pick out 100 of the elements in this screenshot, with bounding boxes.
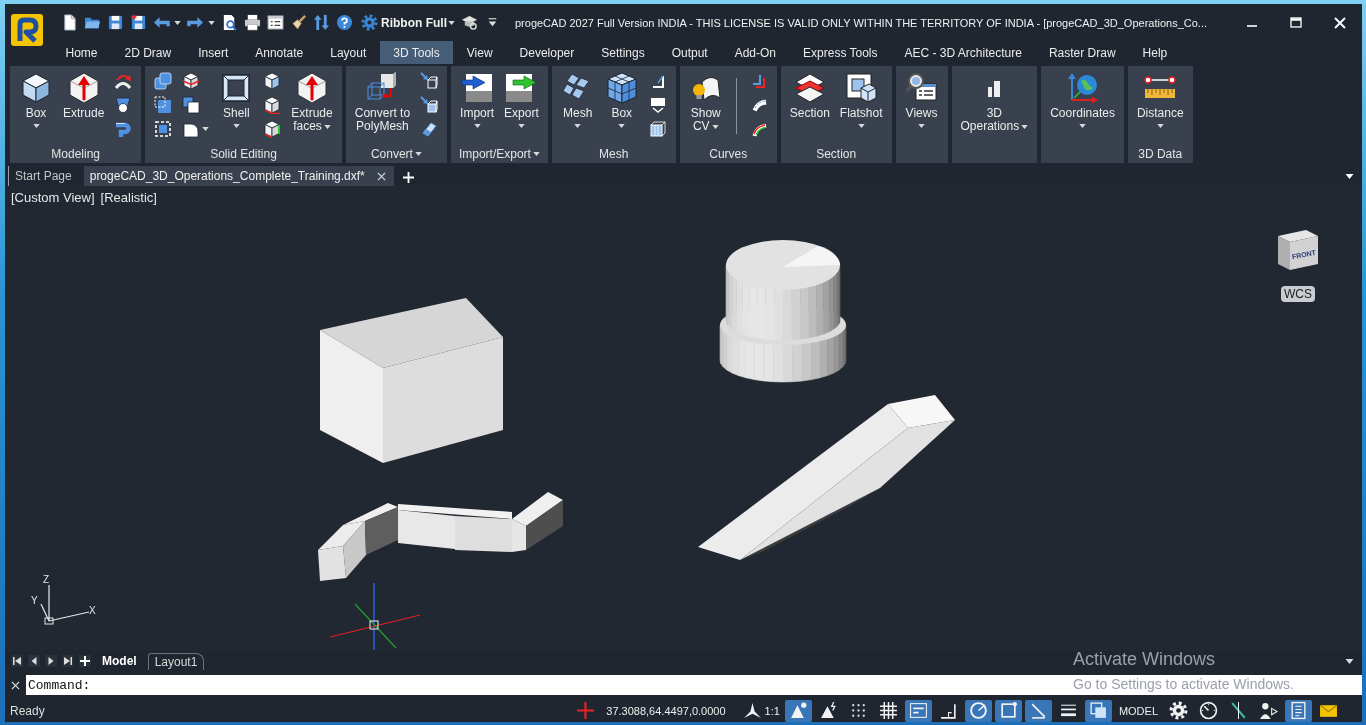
menu-tab[interactable]: Raster Draw (1035, 41, 1130, 64)
crosshair-icon[interactable] (576, 701, 596, 720)
cone-icon[interactable] (114, 96, 133, 114)
menu-tab[interactable]: Output (658, 41, 722, 64)
ribbon-tool-button[interactable]: Shell (214, 72, 259, 128)
cube-icon[interactable] (263, 72, 282, 90)
status-toggle-button[interactable] (784, 699, 812, 722)
ribbon-tool-button[interactable]: Export (499, 72, 544, 128)
document-tab[interactable]: progeCAD_3D_Operations_Complete_Training.dxf* (83, 166, 394, 186)
eraser-icon[interactable] (420, 120, 439, 138)
help-icon[interactable] (336, 14, 353, 31)
sheet-tab[interactable]: Layout1 (147, 652, 205, 670)
page-icon[interactable] (61, 14, 78, 31)
stacked-cubes-icon[interactable] (182, 96, 201, 114)
curved-arrow-icon[interactable] (114, 72, 133, 90)
cube-edge-icon[interactable] (263, 120, 282, 138)
gauge-icon (1199, 701, 1218, 720)
ribbon-tool-button[interactable]: Convert to PolyMesh (349, 72, 416, 133)
status-toggle-button[interactable] (994, 699, 1022, 722)
floppy-icon[interactable] (107, 14, 124, 31)
plus-icon[interactable] (79, 655, 91, 667)
forward-icon[interactable] (45, 655, 57, 667)
workspace-dropdown[interactable]: Ribbon Full (361, 14, 455, 31)
menu-tab[interactable]: AEC - 3D Architecture (891, 41, 1036, 64)
menu-tab[interactable]: Developer (506, 41, 588, 64)
visual-style-label[interactable]: [Realistic] (100, 190, 157, 205)
menu-tab[interactable]: Annotate (241, 41, 317, 64)
redo-icon[interactable] (187, 14, 204, 31)
menu-tab[interactable]: Add-On (721, 41, 790, 64)
annotation-icon[interactable] (742, 701, 762, 720)
menu-tab[interactable]: View (453, 41, 507, 64)
logo-icon[interactable] (11, 14, 43, 46)
ribbon-tool-button[interactable]: Distance (1131, 72, 1189, 128)
ribbon-tool-button[interactable]: Mesh (555, 72, 600, 128)
coordinates-readout: 37.3088,64.4497,0.0000 (606, 704, 726, 717)
view-label[interactable]: [Custom View] (11, 190, 95, 205)
menu-tab[interactable]: Layout (316, 41, 380, 64)
maximize-icon[interactable] (1289, 15, 1303, 30)
skip-back-icon[interactable] (11, 655, 23, 667)
close-icon[interactable] (11, 680, 20, 690)
status-toggle-button[interactable] (904, 699, 932, 722)
ribbon-tool-button[interactable]: 3D Operations (955, 72, 1034, 133)
curved-strip-icon[interactable] (749, 96, 768, 114)
close-icon[interactable] (376, 171, 386, 181)
ribbon-tool-button[interactable]: Section (784, 72, 835, 120)
caret-icon[interactable] (532, 152, 540, 156)
caret-icon[interactable] (414, 152, 422, 156)
brush-icon[interactable] (290, 14, 307, 31)
status-toggle-button[interactable] (1084, 699, 1112, 722)
caret-icon[interactable] (202, 127, 210, 131)
axis-label: X (89, 605, 96, 616)
back-icon[interactable] (28, 655, 40, 667)
printer-icon[interactable] (244, 14, 261, 31)
arrow-cube-icon[interactable] (420, 96, 439, 114)
caret-icon[interactable] (174, 20, 181, 25)
ribbon-tool-button[interactable]: Flatshot (834, 72, 888, 128)
arrow-cube-icon[interactable] (420, 72, 439, 90)
tray-icon[interactable] (648, 96, 667, 114)
ribbon-tool-button[interactable]: Extrude (58, 72, 110, 120)
menu-tab[interactable]: Home (52, 41, 111, 64)
model-space-button[interactable]: MODEL (1114, 704, 1162, 717)
menu-tab[interactable]: Settings (587, 41, 659, 64)
square-cutout-icon[interactable] (154, 96, 173, 114)
caret-icon[interactable] (1345, 658, 1354, 664)
undo-icon[interactable] (153, 14, 170, 31)
menu-tab[interactable]: Help (1129, 41, 1181, 64)
hexagon-arrow-icon (296, 72, 329, 104)
annotation-scale[interactable]: 1:1 (764, 704, 780, 717)
caret-icon[interactable] (208, 20, 215, 25)
plus-icon[interactable] (402, 171, 414, 183)
overlapping-squares-icon[interactable] (154, 72, 173, 90)
page-magnifier-icon[interactable] (221, 14, 238, 31)
cube-plane-icon[interactable] (182, 72, 201, 90)
menu-tab[interactable]: Insert (184, 41, 242, 64)
status-toggle-button[interactable] (1285, 699, 1312, 722)
sheet-tab[interactable]: Model (96, 653, 143, 669)
status-toggle-button[interactable] (1024, 699, 1052, 722)
bent-pipe-icon[interactable] (114, 120, 133, 138)
rounded-cube-icon[interactable] (182, 120, 201, 138)
menu-tab[interactable]: 3D Tools (379, 41, 454, 64)
ribbon-tool-button[interactable]: Box (14, 72, 58, 128)
dashed-square-icon[interactable] (154, 120, 173, 138)
caret-icon[interactable] (1345, 173, 1354, 179)
menu-tab[interactable]: 2D Draw (111, 41, 185, 64)
ribbon-tool-button[interactable]: Coordinates (1045, 72, 1120, 128)
ribbon-tool-button[interactable]: Views (899, 72, 944, 128)
skip-forward-icon[interactable] (62, 655, 74, 667)
coordinate-system-button[interactable]: WCS (1281, 286, 1315, 302)
up-down-arrows-icon[interactable] (313, 14, 330, 31)
ribbon-tool-button[interactable]: Show CV (683, 72, 728, 133)
menu-tab[interactable]: Express Tools (789, 41, 891, 64)
curved-strip-icon[interactable] (749, 120, 768, 138)
ribbon-tool-button[interactable]: Box (599, 72, 644, 128)
cap-icon[interactable] (461, 14, 478, 31)
wire-cube-icon[interactable] (648, 120, 667, 138)
ribbon-tool-button[interactable]: Import (455, 72, 500, 128)
status-toggle-button[interactable] (964, 699, 992, 722)
ribbon-tool-button[interactable]: Extrude faces (286, 72, 338, 133)
list-window-icon[interactable] (267, 14, 284, 31)
cube-edge-icon[interactable] (263, 96, 282, 114)
